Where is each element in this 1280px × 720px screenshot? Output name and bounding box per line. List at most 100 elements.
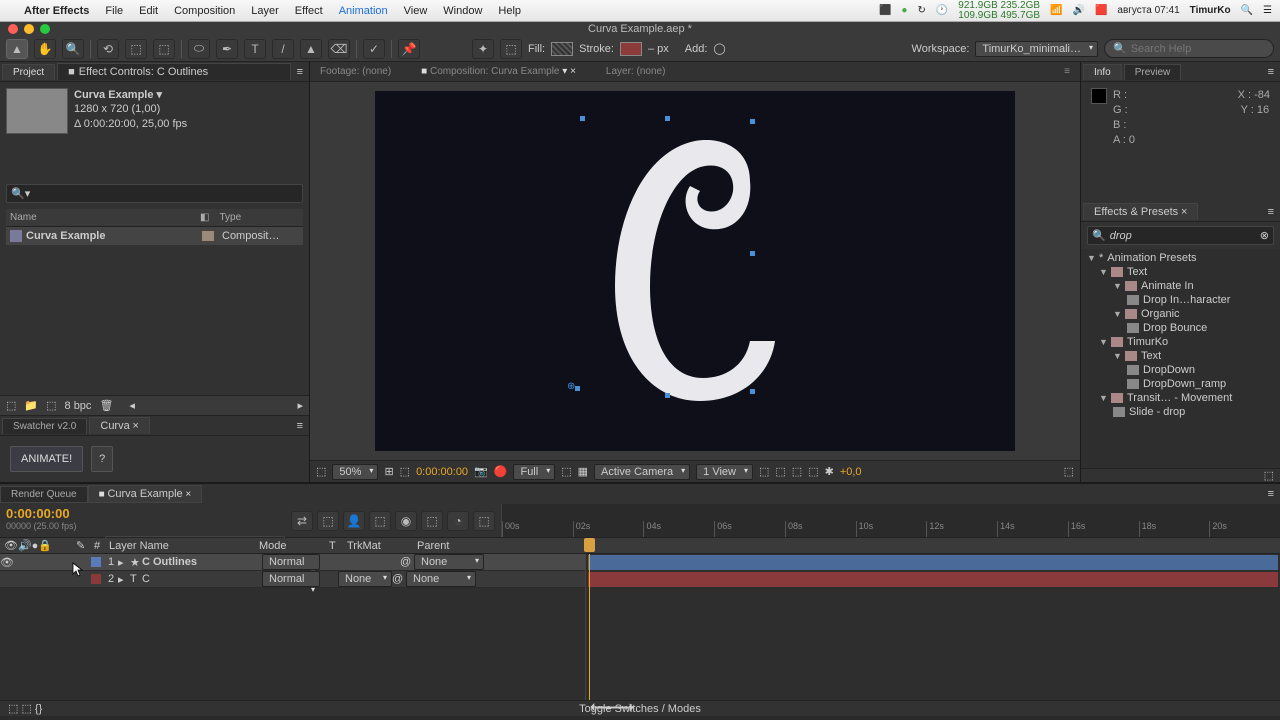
parent-pickwhip[interactable]: @ xyxy=(392,573,406,585)
timeline-ruler[interactable]: 00s 02s 04s 06s 08s 10s 12s 14s 16s 18s … xyxy=(501,504,1280,537)
tab-project[interactable]: Project xyxy=(2,64,55,80)
tree-folder[interactable]: ▼Transit… - Movement xyxy=(1081,391,1280,405)
mode-dropdown[interactable]: Normal xyxy=(262,571,320,587)
grid-icon[interactable]: ⊞ xyxy=(384,465,393,478)
label-color[interactable] xyxy=(91,574,101,584)
comp-thumbnail[interactable] xyxy=(6,88,68,134)
stroke-swatch[interactable] xyxy=(620,42,642,56)
hide-shy-icon[interactable]: 👤 xyxy=(343,511,365,531)
folder-icon[interactable]: 📁 xyxy=(24,399,38,412)
exposure-value[interactable]: +0,0 xyxy=(840,466,862,478)
hand-tool[interactable]: ✋ xyxy=(34,39,56,59)
mode-dropdown[interactable]: Normal xyxy=(262,554,320,570)
selection-handle[interactable] xyxy=(580,116,585,121)
tree-folder[interactable]: ▼Text xyxy=(1081,349,1280,363)
layer-bar[interactable] xyxy=(588,572,1278,587)
tab-render-queue[interactable]: Render Queue xyxy=(0,486,88,503)
interpret-icon[interactable]: ⬚ xyxy=(6,399,16,412)
clock[interactable]: августа 07:41 xyxy=(1117,5,1179,16)
tool-toggle[interactable]: ✦ xyxy=(472,39,494,59)
composition-tab[interactable]: ■ Composition: Curva Example ▾ × xyxy=(421,66,576,77)
menu-file[interactable]: File xyxy=(105,5,123,17)
layer-c-outlines[interactable] xyxy=(595,126,795,416)
col-label-icon[interactable]: ◧ xyxy=(200,212,209,223)
views-dropdown[interactable]: 1 View xyxy=(696,464,753,480)
panel-menu-icon[interactable]: ≡ xyxy=(291,66,309,78)
pixel-aspect-icon[interactable]: ⬚ xyxy=(759,465,769,478)
transparency-icon[interactable]: ▦ xyxy=(578,465,588,478)
layer-bar[interactable] xyxy=(588,555,1278,570)
col-name[interactable]: Name xyxy=(10,212,200,223)
zoom-slider[interactable]: ⏴━━━⏵ xyxy=(590,702,634,715)
tree-preset[interactable]: Slide - drop xyxy=(1081,405,1280,419)
composition-canvas[interactable]: ⊕ xyxy=(375,91,1015,451)
col-type[interactable]: Type xyxy=(219,212,241,223)
menubar-icon[interactable]: ⬛ xyxy=(879,5,891,16)
selection-handle[interactable] xyxy=(665,116,670,121)
eraser-tool[interactable]: ⌫ xyxy=(328,39,350,59)
snapshot-icon[interactable]: 📷 xyxy=(474,465,488,478)
rotate-tool[interactable]: ⟲ xyxy=(97,39,119,59)
user-name[interactable]: TimurKo xyxy=(1190,5,1231,16)
panel-menu-icon[interactable]: ≡ xyxy=(1262,66,1280,78)
visibility-toggle[interactable]: 👁 xyxy=(0,556,14,569)
help-search[interactable]: 🔍 xyxy=(1104,39,1274,58)
tree-folder[interactable]: ▼Animate In xyxy=(1081,279,1280,293)
graph-editor-icon[interactable]: ⬚ xyxy=(473,511,495,531)
panel-menu-icon[interactable]: ≡ xyxy=(291,420,309,432)
selection-handle[interactable] xyxy=(575,386,580,391)
next-frame-icon[interactable]: ▸ xyxy=(297,399,303,412)
fast-preview-icon[interactable]: ⬚ xyxy=(775,465,785,478)
tab-info[interactable]: Info xyxy=(1083,64,1122,80)
composition-viewer[interactable]: ⊕ xyxy=(310,82,1080,460)
fill-swatch[interactable] xyxy=(551,42,573,56)
menu-edit[interactable]: Edit xyxy=(139,5,158,17)
menubar-icon[interactable]: ↻ xyxy=(917,5,925,16)
notification-icon[interactable]: ☰ xyxy=(1263,5,1272,16)
tab-curva[interactable]: Curva × xyxy=(89,417,150,434)
puppet-tool[interactable]: 📌 xyxy=(398,39,420,59)
tree-folder[interactable]: ▼Text xyxy=(1081,265,1280,279)
tree-preset[interactable]: DropDown_ramp xyxy=(1081,377,1280,391)
selection-handle[interactable] xyxy=(750,119,755,124)
menu-effect[interactable]: Effect xyxy=(295,5,323,17)
menu-layer[interactable]: Layer xyxy=(251,5,279,17)
tab-effects-presets[interactable]: Effects & Presets × xyxy=(1083,203,1198,220)
project-item-row[interactable]: Curva Example Composit… xyxy=(6,227,303,245)
zoom-dropdown[interactable]: 50% xyxy=(332,464,378,480)
app-name[interactable]: After Effects xyxy=(24,5,89,17)
animate-button[interactable]: ANIMATE! xyxy=(10,446,83,472)
parent-dropdown[interactable]: None xyxy=(414,554,484,570)
label-color[interactable] xyxy=(91,557,101,567)
brainstorm-icon[interactable]: ⬚ xyxy=(421,511,443,531)
volume-icon[interactable]: 🔊 xyxy=(1072,5,1084,16)
autokey-icon[interactable]: ◔ xyxy=(447,511,469,531)
current-time[interactable]: 0:00:00:00 xyxy=(416,466,468,478)
selection-handle[interactable] xyxy=(750,389,755,394)
clone-tool[interactable]: ▲ xyxy=(300,39,322,59)
tab-swatcher[interactable]: Swatcher v2.0 xyxy=(2,418,87,434)
flag-icon[interactable]: 🟥 xyxy=(1095,5,1107,16)
mask-icon[interactable]: ⬚ xyxy=(400,465,410,478)
help-button[interactable]: ? xyxy=(91,446,113,472)
menu-view[interactable]: View xyxy=(404,5,428,17)
stroke-width[interactable]: – px xyxy=(648,43,669,55)
lock-icon[interactable]: ⬚ xyxy=(1064,465,1074,478)
selection-tool[interactable]: ▲ xyxy=(6,39,28,59)
tree-folder[interactable]: ▼*Animation Presets xyxy=(1081,251,1280,265)
menu-help[interactable]: Help xyxy=(498,5,521,17)
timeline-timecode[interactable]: 0:00:00:00 00000 (25.00 fps) xyxy=(0,504,105,537)
panel-menu-icon[interactable]: ≡ xyxy=(1262,206,1280,218)
parent-dropdown[interactable]: None xyxy=(406,571,476,587)
close-icon[interactable]: × xyxy=(1181,206,1187,218)
flowchart-icon[interactable]: ⬚ xyxy=(808,465,818,478)
tool-toggle[interactable]: ⬚ xyxy=(500,39,522,59)
channel-icon[interactable]: 🔴 xyxy=(494,465,508,478)
prev-frame-icon[interactable]: ◂ xyxy=(129,399,135,412)
camera-tool[interactable]: ⬚ xyxy=(125,39,147,59)
frame-blend-icon[interactable]: ⬚ xyxy=(369,511,391,531)
help-search-input[interactable] xyxy=(1131,43,1265,55)
selection-handle[interactable] xyxy=(750,251,755,256)
roto-tool[interactable]: ✓ xyxy=(363,39,385,59)
pan-behind-tool[interactable]: ⬚ xyxy=(153,39,175,59)
